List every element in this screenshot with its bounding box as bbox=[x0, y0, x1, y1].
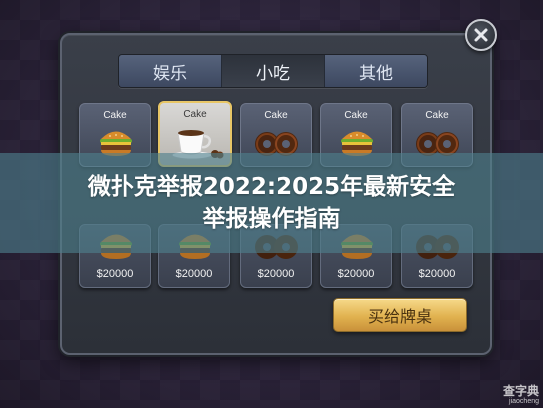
close-icon bbox=[474, 28, 488, 42]
close-button[interactable] bbox=[465, 19, 497, 51]
banner-title-line-2: 举报操作指南 bbox=[202, 206, 341, 232]
tab-snacks[interactable]: 小吃 bbox=[222, 55, 325, 87]
watermark-bottom: jiaocheng bbox=[509, 398, 539, 405]
item-title: Cake bbox=[103, 110, 127, 121]
tab-entertainment[interactable]: 娱乐 bbox=[119, 55, 222, 87]
item-price: $20000 bbox=[175, 268, 213, 280]
watermark-top: 查字典 bbox=[502, 384, 539, 398]
tab-other[interactable]: 其他 bbox=[325, 55, 427, 87]
item-price: $20000 bbox=[257, 268, 295, 280]
item-title: Cake bbox=[344, 110, 368, 121]
watermark: 查字典 jiaocheng bbox=[503, 385, 539, 406]
buy-for-table-button[interactable]: 买给牌桌 bbox=[333, 298, 467, 332]
title-banner: 微扑克举报2022:2025年最新安全 举报操作指南 bbox=[0, 153, 543, 253]
item-price: $20000 bbox=[96, 268, 134, 280]
item-title: Cake bbox=[264, 110, 288, 121]
category-tabs: 娱乐 小吃 其他 bbox=[118, 54, 428, 88]
item-title: Cake bbox=[425, 110, 449, 121]
item-price: $20000 bbox=[418, 268, 456, 280]
item-price: $20000 bbox=[337, 268, 375, 280]
banner-title-line-1: 微扑克举报2022:2025年最新安全 bbox=[87, 174, 456, 200]
item-title: Cake bbox=[183, 109, 207, 120]
